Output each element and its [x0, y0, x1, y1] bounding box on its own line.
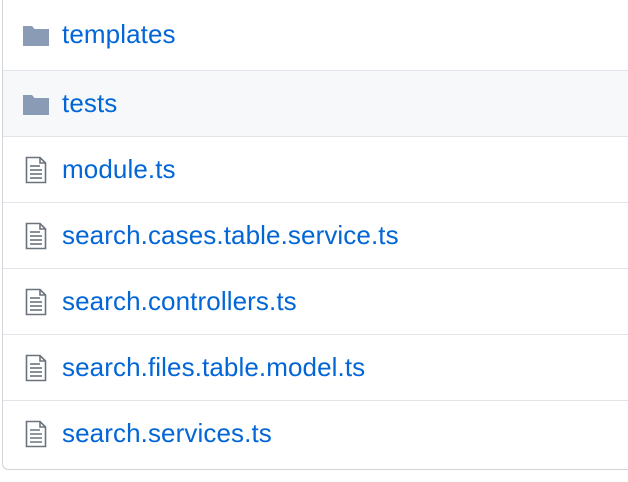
file-icon	[21, 419, 51, 449]
item-name[interactable]: search.files.table.model.ts	[62, 352, 365, 383]
file-icon	[21, 221, 51, 251]
list-item-module-ts[interactable]: module.ts	[3, 136, 628, 202]
list-item-search-controllers-ts[interactable]: search.controllers.ts	[3, 268, 628, 334]
item-name[interactable]: module.ts	[62, 154, 176, 185]
list-item-templates[interactable]: templates	[3, 0, 628, 70]
file-icon	[21, 155, 51, 185]
item-name[interactable]: search.services.ts	[62, 418, 272, 449]
folder-icon	[21, 89, 51, 119]
item-name[interactable]: tests	[62, 88, 117, 119]
file-icon	[21, 287, 51, 317]
list-item-search-files-table-model-ts[interactable]: search.files.table.model.ts	[3, 334, 628, 400]
folder-icon	[21, 20, 51, 50]
list-item-search-cases-table-service-ts[interactable]: search.cases.table.service.ts	[3, 202, 628, 268]
item-name[interactable]: search.cases.table.service.ts	[62, 220, 399, 251]
list-item-tests[interactable]: tests	[3, 70, 628, 136]
item-name[interactable]: search.controllers.ts	[62, 286, 297, 317]
list-item-search-services-ts[interactable]: search.services.ts	[3, 400, 628, 466]
item-name[interactable]: templates	[62, 19, 176, 50]
file-list: templates tests module.ts search.cases.t…	[2, 0, 628, 470]
file-icon	[21, 353, 51, 383]
